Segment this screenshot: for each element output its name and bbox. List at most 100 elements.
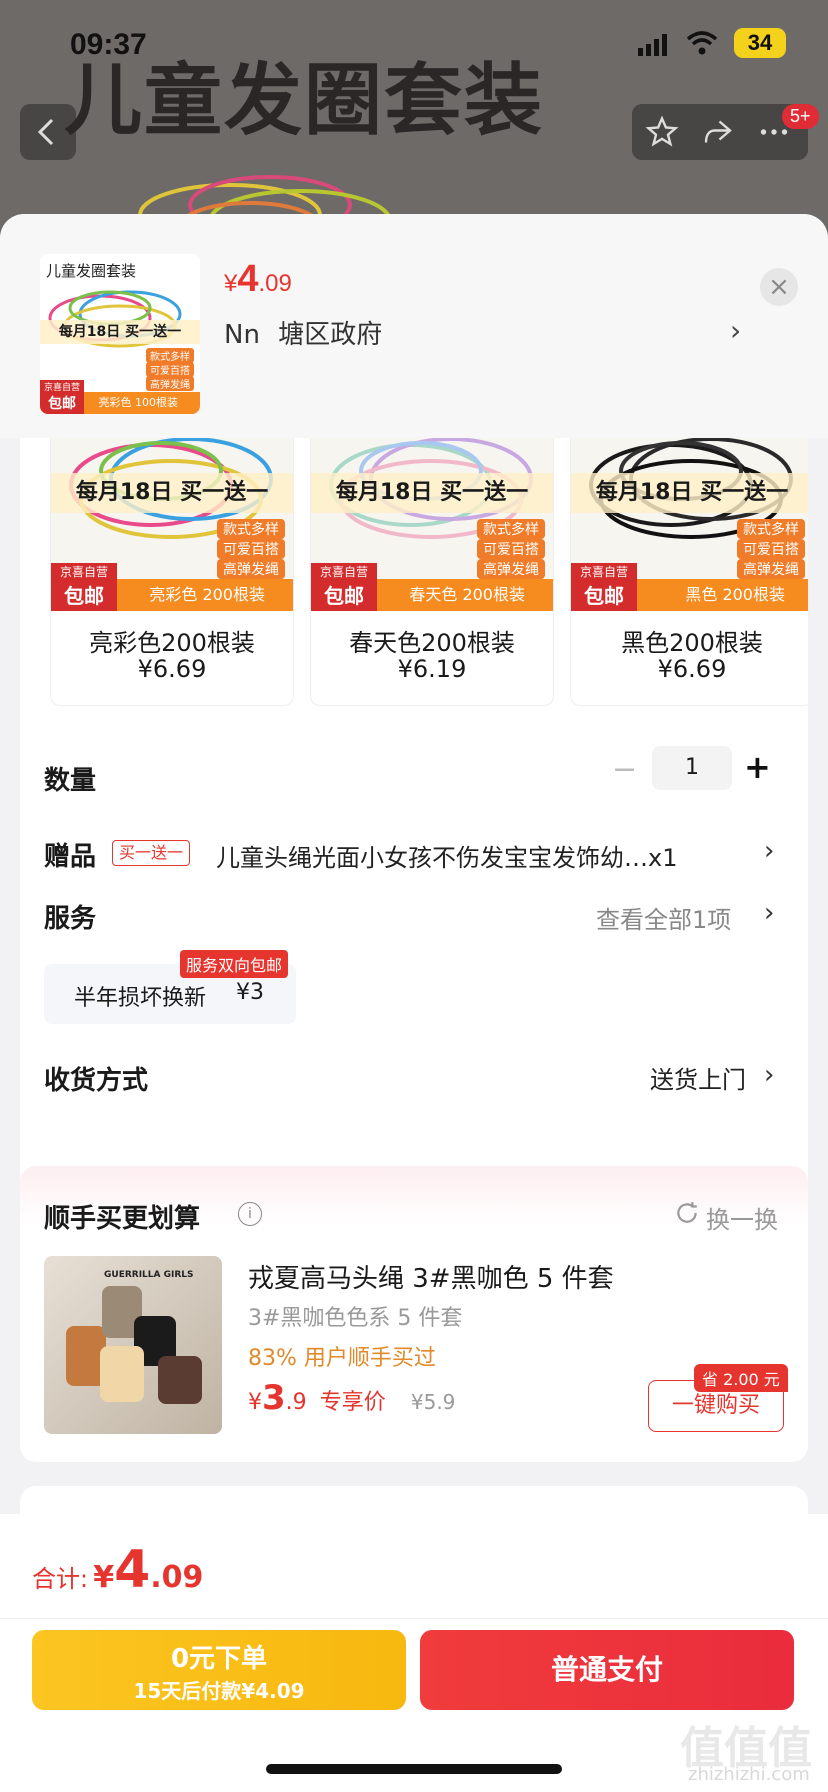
price-int: 4: [237, 258, 259, 300]
pay-later-button[interactable]: 0元下单 15天后付款¥4.09: [32, 1630, 406, 1710]
addon-price: ¥3.9 专享价 ¥5.9: [248, 1378, 455, 1418]
thumb-rings-image: [48, 290, 182, 348]
selected-price: ¥4.09: [224, 258, 292, 301]
option-card-2[interactable]: 每月18日 买一送一 款式多样 可爱百搭 高弹发绳 春天色 200根装 京喜自营…: [310, 424, 554, 706]
service-chevron-icon[interactable]: ›: [764, 898, 774, 928]
total-dec: .09: [150, 1560, 204, 1595]
delivery-value[interactable]: 送货上门: [650, 1060, 746, 1095]
option-image-3: 每月18日 买一送一 款式多样 可爱百搭 高弹发绳 黑色 200根装 京喜自营包…: [571, 424, 808, 611]
service-chip-text: 半年损坏换新: [74, 986, 207, 1011]
thumb-jd-badge: 京喜自营 包邮: [40, 380, 84, 414]
option-price-3: ¥6.69: [657, 655, 727, 683]
battery-indicator: 34: [734, 28, 786, 58]
option-card-3[interactable]: 每月18日 买一送一 款式多样 可爱百搭 高弹发绳 黑色 200根装 京喜自营包…: [570, 424, 808, 706]
signal-icon: [638, 34, 667, 56]
option-badge-top-3: 京喜自营: [579, 565, 628, 579]
addon-image-text: GUERRILLA GIRLS: [104, 1270, 194, 1280]
price-symbol: ¥: [224, 270, 238, 297]
thumb-tag-2: 可爱百搭: [146, 362, 194, 377]
addon-price-dec: .9: [285, 1390, 307, 1415]
addon-price-int: 3: [262, 1378, 286, 1418]
address-text: 塘区政府: [278, 320, 383, 350]
option-tag-2-3: 高弹发绳: [477, 559, 545, 579]
addon-product-title[interactable]: 戎夏高马头绳 3#黑咖色 5 件套: [248, 1258, 614, 1295]
gift-tag: 买一送一: [112, 840, 191, 866]
thumb-badge-top: 京喜自营: [43, 383, 80, 393]
option-jd-badge-3: 京喜自营 包邮: [571, 563, 637, 611]
chevron-left-icon: [37, 118, 54, 146]
option-jd-badge-1: 京喜自营 包邮: [51, 563, 117, 611]
option-card-1[interactable]: 每月18日 买一送一 款式多样 可爱百搭 高弹发绳 亮彩色 200根装 京喜自营…: [50, 424, 294, 706]
back-button[interactable]: [20, 104, 76, 160]
option-tag-1-3: 高弹发绳: [217, 559, 285, 579]
option-tag-2-2: 可爱百搭: [477, 539, 545, 559]
close-button[interactable]: ×: [760, 268, 798, 306]
quantity-minus-button[interactable]: −: [612, 752, 637, 787]
option-name-3: 黑色200根装: [621, 629, 763, 657]
option-list: 每月18日 买一送一 款式多样 可爱百搭 高弹发绳 亮彩色 200根装 京喜自营…: [50, 424, 808, 724]
option-badge-top-1: 京喜自营: [59, 565, 108, 579]
option-tag-3-2: 可爱百搭: [737, 539, 805, 559]
quantity-label: 数量: [44, 766, 97, 796]
total-symbol: ¥: [93, 1560, 115, 1595]
option-price-1: ¥6.69: [137, 655, 207, 683]
option-tag-1-2: 可爱百搭: [217, 539, 285, 559]
delivery-chevron-icon[interactable]: ›: [764, 1060, 774, 1090]
addon-product-sub: 3#黑咖色色系 5 件套: [248, 1306, 463, 1331]
option-name-1: 亮彩色200根装: [89, 629, 255, 657]
home-indicator[interactable]: [266, 1764, 562, 1774]
gift-text[interactable]: 儿童头绳光面小女孩不伤发宝宝发饰幼…x1: [216, 838, 677, 873]
gift-chevron-icon[interactable]: ›: [764, 836, 774, 866]
price-dec: .09: [258, 270, 292, 297]
thumb-tag-3: 高弹发绳: [146, 376, 194, 391]
footer-divider: [0, 1618, 828, 1619]
info-icon[interactable]: i: [238, 1202, 262, 1226]
quantity-plus-button[interactable]: +: [744, 748, 771, 786]
addon-orig-price: ¥5.9: [410, 1390, 456, 1414]
status-time: 09:37: [70, 28, 147, 61]
total-label: 合计:: [32, 1565, 89, 1593]
thumb-promo: 每月18日 买一送一: [40, 320, 200, 344]
option-promo-1: 每月18日 买一送一: [51, 473, 293, 513]
addon-product-image[interactable]: GUERRILLA GIRLS: [44, 1256, 222, 1434]
thumb-tag-1: 款式多样: [146, 348, 194, 363]
delivery-label: 收货方式: [44, 1066, 149, 1096]
notification-badge: 5+: [782, 104, 819, 129]
share-icon[interactable]: [700, 114, 736, 150]
watermark-url: zhizhizhi.com: [688, 1764, 810, 1785]
wifi-icon: [686, 31, 718, 55]
total-int: 4: [114, 1540, 151, 1600]
service-value[interactable]: 查看全部1项: [596, 900, 731, 935]
quantity-input[interactable]: 1: [652, 746, 732, 790]
status-bar: 09:37 34: [0, 0, 828, 90]
service-chip-price: ¥3: [236, 980, 264, 1005]
addon-title: 顺手买更划算: [44, 1204, 201, 1234]
pay-later-line1: 0元下单: [170, 1644, 268, 1674]
option-badge-bottom-3: 包邮: [584, 584, 624, 608]
option-image-1: 每月18日 买一送一 款式多样 可爱百搭 高弹发绳 亮彩色 200根装 京喜自营…: [51, 424, 293, 611]
option-badge-bottom-2: 包邮: [324, 584, 364, 608]
option-badge-top-2: 京喜自营: [319, 565, 368, 579]
pay-later-line2: 15天后付款¥4.09: [133, 1679, 305, 1703]
option-image-2: 每月18日 买一送一 款式多样 可爱百搭 高弹发绳 春天色 200根装 京喜自营…: [311, 424, 553, 611]
sheet-header: 儿童发圈套装 每月18日 买一送一 款式多样 可爱百搭 高弹发绳 亮彩色 100…: [0, 214, 828, 438]
option-jd-badge-2: 京喜自营 包邮: [311, 563, 377, 611]
normal-pay-button[interactable]: 普通支付: [420, 1630, 794, 1710]
address-chevron-icon[interactable]: ›: [730, 314, 741, 347]
option-promo-2: 每月18日 买一送一: [311, 473, 553, 513]
product-thumbnail: 儿童发圈套装 每月18日 买一送一 款式多样 可爱百搭 高弹发绳 亮彩色 100…: [40, 254, 200, 414]
refresh-label[interactable]: 换一换: [706, 1200, 778, 1235]
addon-bought: 83% 用户顺手买过: [248, 1346, 436, 1371]
option-name-2: 春天色200根装: [349, 629, 515, 657]
service-chip-badge: 服务双向包邮: [180, 950, 289, 978]
option-tag-3-1: 款式多样: [737, 519, 805, 539]
option-badge-bottom-1: 包邮: [64, 584, 104, 608]
scrunchie-5: [158, 1356, 202, 1404]
star-icon[interactable]: [644, 114, 680, 150]
thumb-badge-bottom: 包邮: [48, 396, 76, 412]
refresh-icon[interactable]: [674, 1200, 700, 1226]
option-price-2: ¥6.19: [397, 655, 467, 683]
gift-label: 赠品: [44, 842, 97, 872]
delivery-address[interactable]: Nn 塘区政府: [224, 314, 382, 351]
option-tag-3-3: 高弹发绳: [737, 559, 805, 579]
